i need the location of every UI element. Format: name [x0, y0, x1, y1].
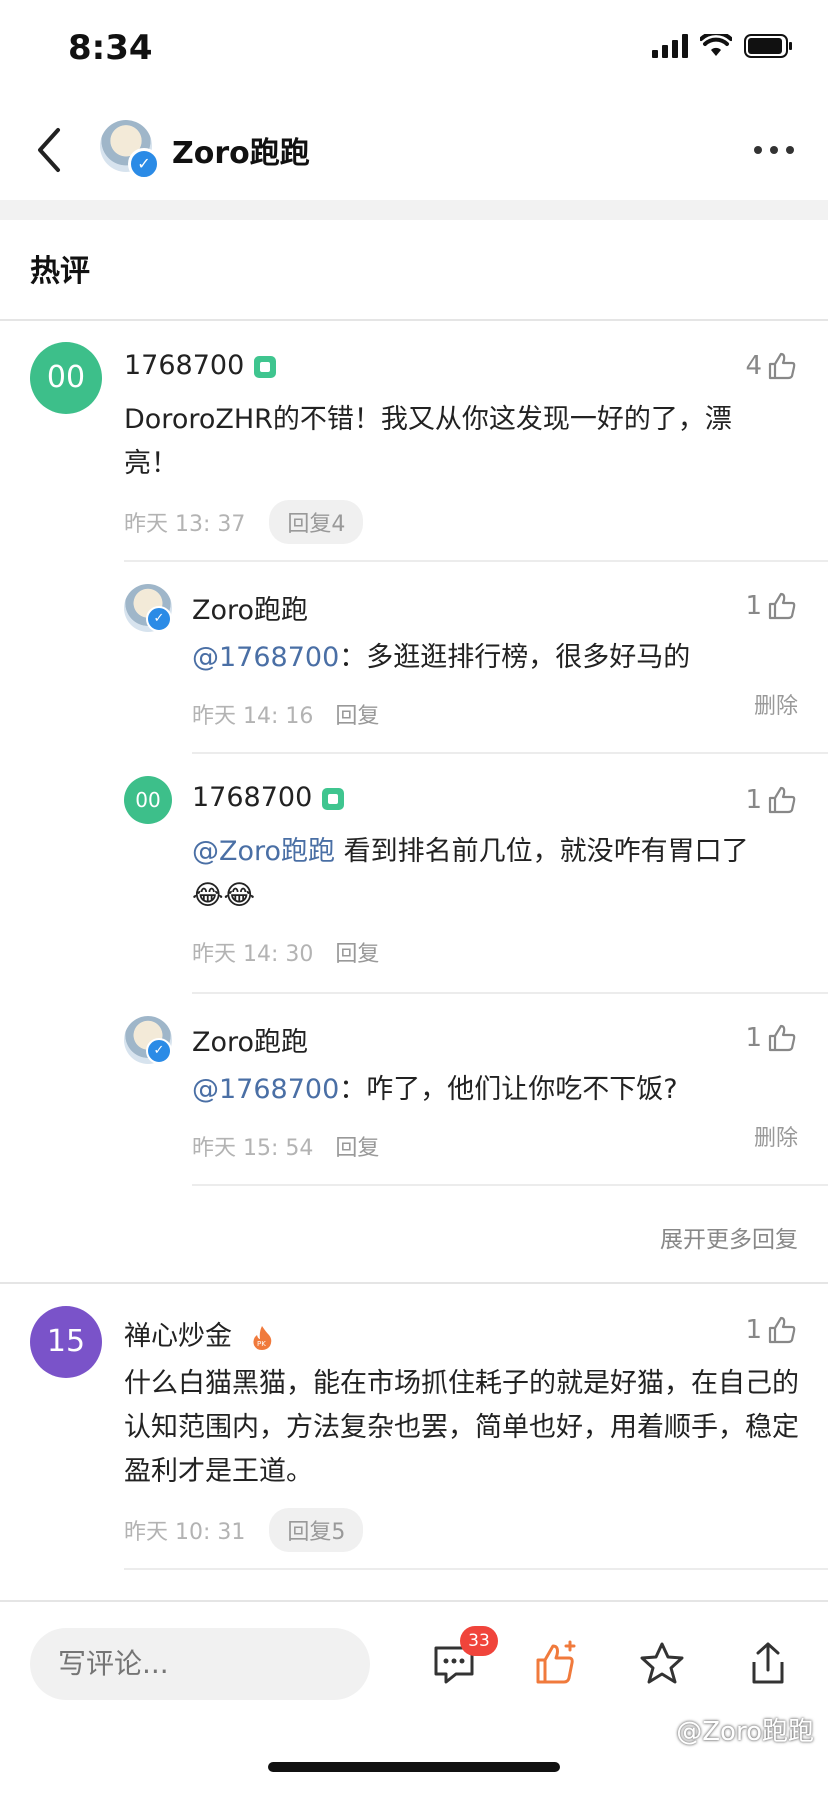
divider: [124, 1568, 828, 1570]
comment-meta: 昨天 10: 31 回复5: [124, 1508, 364, 1552]
reply-time: 昨天 14: 30: [192, 942, 314, 967]
hot-comments-title: 热评: [30, 254, 90, 289]
back-button[interactable]: [28, 120, 76, 180]
reply-button[interactable]: 回复: [335, 698, 379, 730]
expand-more-replies-button[interactable]: 展开更多回复: [660, 1220, 798, 1254]
reply-count-button[interactable]: 回复5: [269, 1508, 364, 1552]
comment-time: 昨天 13: 37: [124, 512, 246, 537]
reply-username[interactable]: Zoro跑跑: [192, 588, 308, 627]
mention-link[interactable]: @1768700: [192, 1074, 339, 1105]
comment-count-badge: 33: [460, 1626, 498, 1656]
reply-button[interactable]: 回复: [335, 936, 379, 968]
like-button[interactable]: 1: [745, 590, 798, 622]
reply-meta: 昨天 15: 54 回复: [192, 1130, 379, 1162]
reply-text: @1768700：多逛逛排行榜，很多好马的: [192, 642, 691, 673]
reply-meta: 昨天 14: 16 回复: [192, 698, 379, 730]
thumbs-up-icon: [768, 1024, 796, 1052]
watermark: @Zoro跑跑: [676, 1717, 814, 1747]
write-comment-input[interactable]: [30, 1628, 370, 1700]
thumbs-up-plus-icon: [536, 1640, 576, 1684]
favorite-button[interactable]: [638, 1640, 686, 1688]
share-icon: [752, 1642, 784, 1684]
verified-badge-icon: ✓: [146, 1038, 172, 1064]
reply-time: 昨天 14: 16: [192, 704, 314, 729]
wifi-icon: [700, 34, 732, 56]
comment-username[interactable]: 禅心炒金 PK: [124, 1314, 273, 1353]
share-button[interactable]: [744, 1640, 792, 1688]
section-divider: [0, 200, 828, 220]
delete-button[interactable]: 删除: [754, 1120, 798, 1152]
status-bar: 8:34: [0, 0, 828, 100]
user-avatar[interactable]: 00: [124, 776, 172, 824]
status-icons: [652, 34, 794, 58]
divider: [192, 1184, 828, 1186]
comment-text: 什么白猫黑猫，能在市场抓住耗子的就是好猫，在自己的认知范围内，方法复杂也罢，简单…: [124, 1368, 799, 1487]
status-time: 8:34: [68, 28, 153, 68]
comment-meta: 昨天 13: 37 回复4: [124, 500, 364, 544]
chevron-left-icon: [38, 128, 60, 172]
reply-username[interactable]: Zoro跑跑: [192, 1020, 308, 1059]
user-avatar[interactable]: 15: [30, 1306, 102, 1378]
more-options-button[interactable]: [752, 128, 796, 172]
like-button[interactable]: 4: [745, 350, 798, 382]
thumbs-up-icon: [768, 1316, 796, 1344]
divider: [0, 319, 828, 321]
laughing-emoji-icon: 😂😂: [192, 880, 256, 911]
like-button[interactable]: 1: [745, 1314, 798, 1346]
thumbs-up-icon: [768, 592, 796, 620]
user-avatar[interactable]: 00: [30, 342, 102, 414]
divider: [0, 1282, 828, 1284]
comment-time: 昨天 10: 31: [124, 1520, 246, 1545]
reply-button[interactable]: 回复: [335, 1130, 379, 1162]
cellular-signal-icon: [652, 34, 688, 58]
like-post-button[interactable]: [532, 1640, 580, 1688]
mention-link[interactable]: @Zoro跑跑: [192, 836, 335, 867]
reply-count-button[interactable]: 回复4: [269, 500, 364, 544]
author-avatar[interactable]: ✓: [100, 120, 160, 180]
like-button[interactable]: 1: [745, 784, 798, 816]
comment-text: DororoZHR的不错！我又从你这发现一好的了，漂亮！: [124, 404, 732, 479]
comment-username[interactable]: 1768700: [124, 350, 277, 381]
home-indicator[interactable]: [268, 1762, 560, 1772]
like-button[interactable]: 1: [745, 1022, 798, 1054]
member-badge-icon: [254, 355, 277, 378]
member-badge-icon: [322, 787, 345, 810]
divider: [192, 992, 828, 994]
verified-badge-icon: ✓: [146, 606, 172, 632]
reply-time: 昨天 15: 54: [192, 1136, 314, 1161]
thumbs-up-icon: [768, 786, 796, 814]
delete-button[interactable]: 删除: [754, 688, 798, 720]
fire-pk-badge-icon: PK: [253, 1325, 271, 1350]
divider: [124, 560, 828, 562]
bottom-action-bar: 33 @Zoro跑跑: [0, 1600, 828, 1794]
page-title: Zoro跑跑: [172, 136, 310, 171]
more-dots-icon: [754, 146, 794, 154]
battery-icon: [744, 34, 792, 58]
reply-text: @1768700：咋了，他们让你吃不下饭?: [192, 1074, 678, 1105]
reply-meta: 昨天 14: 30 回复: [192, 936, 379, 968]
verified-badge-icon: ✓: [128, 148, 160, 180]
mention-link[interactable]: @1768700: [192, 642, 339, 673]
thumbs-up-icon: [768, 352, 796, 380]
top-nav: ✓ Zoro跑跑: [0, 100, 828, 200]
divider: [192, 752, 828, 754]
star-icon: [640, 1642, 684, 1684]
svg-text:PK: PK: [257, 1340, 266, 1348]
reply-text: @Zoro跑跑 看到排名前几位，就没咋有胃口了 😂😂: [192, 836, 749, 911]
reply-username[interactable]: 1768700: [192, 782, 345, 813]
